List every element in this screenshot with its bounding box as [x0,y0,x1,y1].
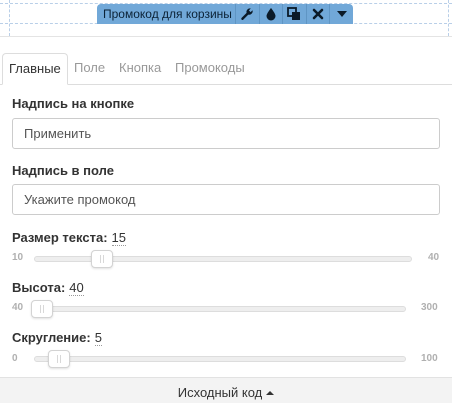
drop-icon[interactable] [258,4,283,24]
close-icon[interactable] [305,4,330,24]
tab-button[interactable]: Кнопка [113,53,167,83]
rounding-label: Скругление: 5 [12,330,102,346]
field-text-input[interactable] [12,184,440,215]
button-text-label: Надпись на кнопке [12,96,135,111]
canvas-guide-line [448,0,449,36]
duplicate-icon[interactable] [282,4,306,24]
widget-toolbar: Промокод для корзины [97,4,353,24]
canvas-guide-line [9,0,10,36]
rounding-max: 100 [421,353,438,364]
height-min: 40 [12,302,24,313]
tab-main[interactable]: Главные [2,53,68,85]
wrench-icon[interactable] [234,4,259,24]
label-separator: : [60,280,66,295]
settings-panel: Главные Поле Кнопка Промокоды Надпись на… [0,36,452,403]
height-slider[interactable] [31,300,406,318]
rounding-min: 0 [12,353,18,364]
label-separator: : [86,330,91,345]
text-size-value[interactable]: 15 [111,230,126,246]
rounding-slider-handle[interactable] [48,350,70,368]
height-max: 300 [421,302,438,313]
source-code-label: Исходный код [177,385,263,400]
text-size-slider-handle[interactable] [91,250,113,268]
canvas-area: Промокод для корзины [0,0,452,36]
height-value[interactable]: 40 [69,280,84,296]
text-size-slider[interactable] [34,250,412,268]
tab-promocodes[interactable]: Промокоды [169,53,251,83]
tab-field[interactable]: Поле [68,53,111,83]
button-text-input[interactable] [12,118,440,149]
dropdown-icon[interactable] [329,4,353,24]
label-separator: : [103,230,108,245]
caret-up-icon [266,390,275,395]
field-text-label: Надпись в поле [12,163,114,178]
height-slider-handle[interactable] [31,300,53,318]
text-size-label-text: Размер текста [12,230,104,245]
widget-title: Промокод для корзины [103,7,232,21]
text-size-min: 10 [12,252,24,263]
source-code-toggle[interactable]: Исходный код [0,377,452,403]
rounding-slider[interactable] [34,350,406,368]
height-label: Высота: 40 [12,280,84,296]
text-size-max: 40 [428,252,440,263]
text-size-label: Размер текста: 15 [12,230,126,246]
height-label-text: Высота [12,280,61,295]
rounding-label-text: Скругление [12,330,87,345]
rounding-value[interactable]: 5 [94,330,102,346]
tab-bar: Главные Поле Кнопка Промокоды [0,53,452,85]
